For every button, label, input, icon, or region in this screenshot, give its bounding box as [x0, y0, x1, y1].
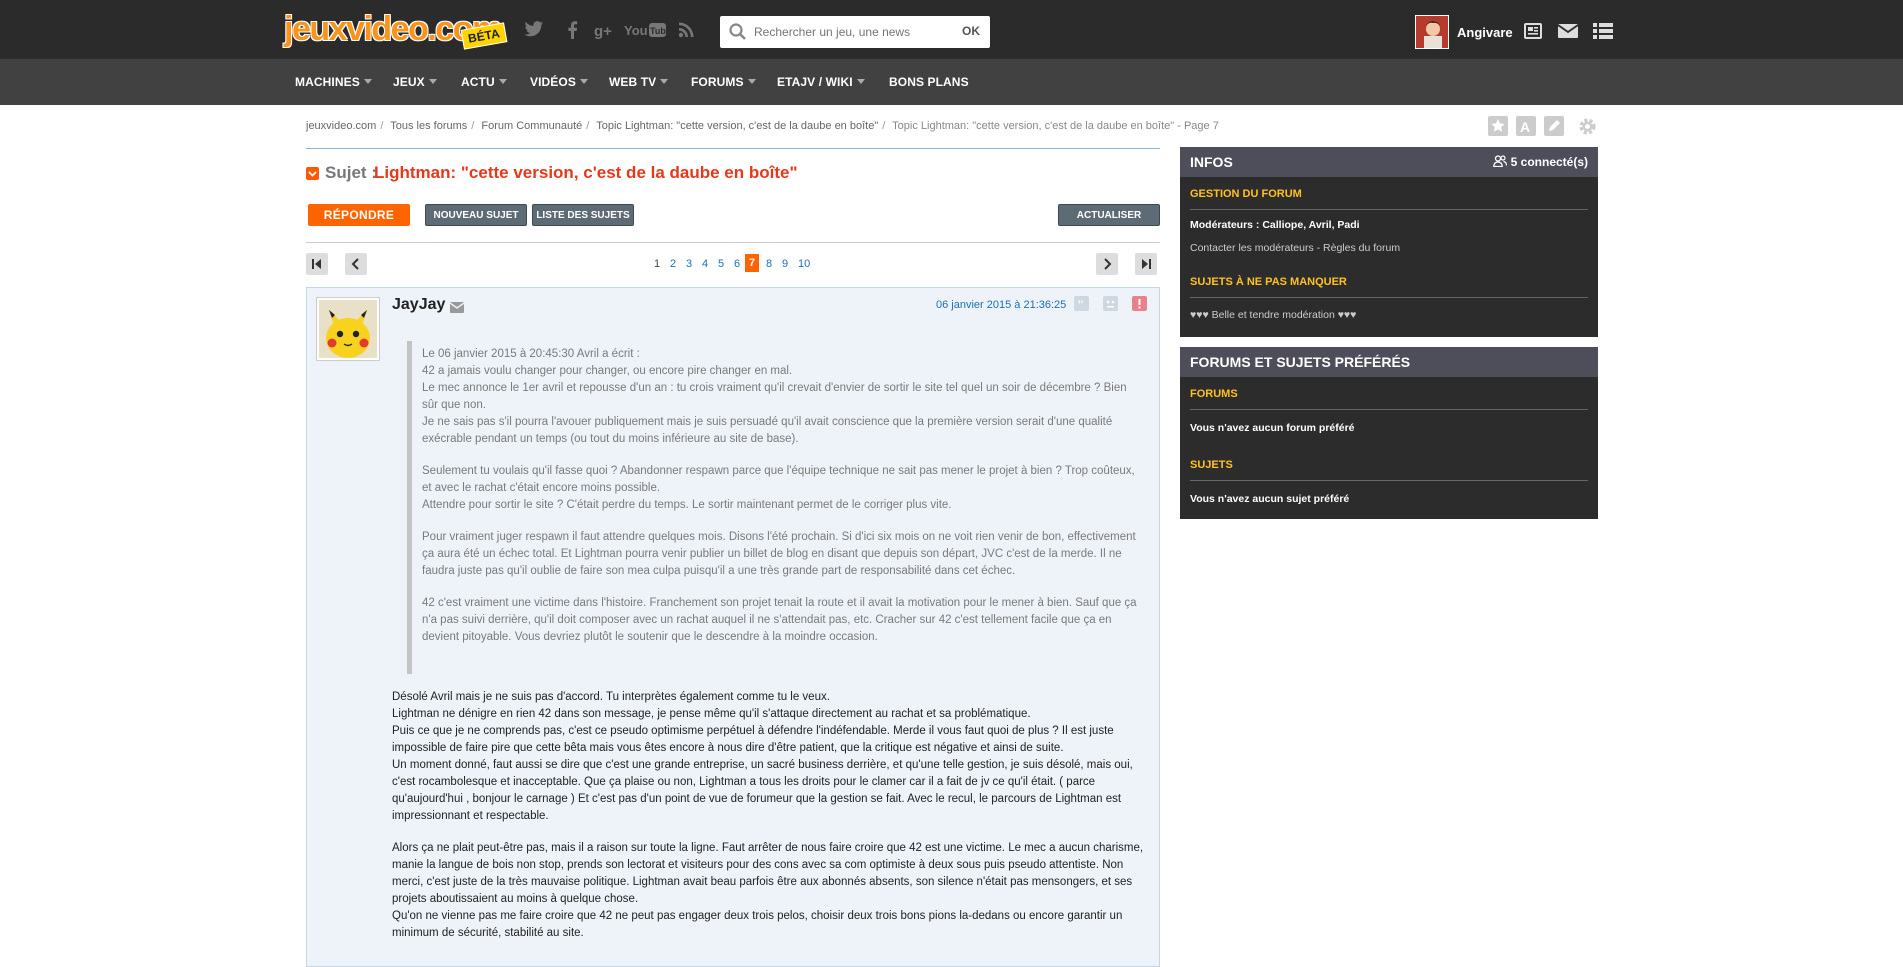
post-body: Désolé Avril mais je ne suis pas d'accor…	[392, 691, 1144, 939]
subject-title: Lightman: "cette version, c'est de la da…	[374, 163, 798, 182]
favorite-forums-empty: Vous n'avez aucun forum préféré	[1190, 422, 1355, 434]
next-page-button[interactable]	[1096, 253, 1118, 275]
youtube-icon[interactable]: YouTube	[624, 21, 666, 39]
page-link[interactable]: 8	[766, 258, 772, 270]
svg-text:g+: g+	[594, 23, 612, 39]
nav-web-tv[interactable]: WEB TV	[609, 75, 669, 89]
quote-icon[interactable]: "	[1074, 296, 1089, 316]
subject-label: Sujet :	[325, 163, 377, 182]
favorite-forums-title: FORUMS	[1190, 388, 1238, 400]
twitter-icon[interactable]	[524, 21, 544, 39]
page-link[interactable]: 2	[670, 258, 676, 270]
page-link[interactable]: 3	[686, 258, 692, 270]
favorites-title: FORUMS ET SUJETS PRÉFÉRÉS	[1190, 354, 1411, 370]
chevron-down-icon	[747, 79, 756, 84]
page-link[interactable]: 5	[718, 258, 724, 270]
breadcrumb-forum[interactable]: Forum Communauté	[481, 120, 582, 132]
page-link[interactable]: 6	[734, 258, 740, 270]
mail-icon[interactable]	[1557, 23, 1579, 44]
breadcrumb-current-page: Topic Lightman: "cette version, c'est de…	[892, 120, 1219, 132]
svg-text:A: A	[1520, 119, 1530, 135]
toolbar-divider	[306, 242, 1160, 243]
nav-bons-plans[interactable]: BONS PLANS	[889, 75, 969, 89]
breadcrumb: jeuxvideo.com / Tous les forums / Forum Co…	[306, 120, 1219, 132]
favorite-topics-empty: Vous n'avez aucun sujet préféré	[1190, 493, 1350, 505]
nav-jeux[interactable]: JEUX	[393, 75, 437, 89]
rss-icon[interactable]	[678, 21, 695, 38]
divider	[1190, 409, 1588, 410]
forum-management-title: GESTION DU FORUM	[1190, 188, 1302, 200]
post-date[interactable]: 06 janvier 2015 à 21:36:25	[936, 299, 1066, 311]
user-avatar[interactable]	[1415, 15, 1449, 49]
divider	[1190, 480, 1588, 481]
gear-icon[interactable]	[1577, 116, 1598, 142]
contact-moderators-link[interactable]: Contacter les modérateurs - Règles du fo…	[1190, 242, 1400, 254]
news-icon[interactable]	[1524, 23, 1542, 44]
infos-header: INFOS 5 connecté(s)	[1180, 147, 1598, 177]
search-icon[interactable]	[728, 22, 748, 47]
page-link[interactable]: 10	[798, 258, 810, 270]
star-icon[interactable]	[1488, 116, 1508, 141]
quote-text: Le 06 janvier 2015 à 20:45:30 Avril a éc…	[422, 348, 1137, 643]
list-menu-icon[interactable]	[1593, 23, 1613, 44]
text-size-icon[interactable]: A	[1516, 116, 1536, 141]
breadcrumb-topic[interactable]: Topic Lightman: "cette version, c'est de…	[596, 120, 878, 132]
blacklist-icon[interactable]	[1103, 296, 1118, 316]
chevron-down-icon	[498, 79, 507, 84]
breadcrumb-all-forums[interactable]: Tous les forums	[390, 120, 467, 132]
chevron-down-icon	[856, 79, 865, 84]
new-topic-button[interactable]: NOUVEAU SUJET	[425, 204, 527, 226]
divider	[1190, 209, 1588, 210]
subject-toggle-icon[interactable]	[306, 167, 319, 180]
site-logo[interactable]: jeuxvideo.com BÉTA	[284, 10, 514, 50]
search-ok-button[interactable]: OK	[962, 24, 980, 38]
google-plus-icon[interactable]: g+	[594, 21, 614, 39]
nav-machines[interactable]: MACHINES	[295, 75, 372, 89]
svg-text:": "	[1077, 297, 1084, 311]
search-input[interactable]	[754, 16, 954, 48]
search-box: OK	[720, 16, 990, 48]
sidebar-favorites: FORUMS ET SUJETS PRÉFÉRÉS FORUMS Vous n'…	[1180, 347, 1598, 519]
svg-text:You: You	[624, 23, 648, 38]
moderators-list[interactable]: Modérateurs : Calliope, Avril, Padi	[1190, 219, 1360, 231]
page-current: 7	[745, 254, 760, 272]
prev-page-button[interactable]	[345, 253, 367, 275]
chevron-down-icon	[579, 79, 588, 84]
breadcrumb-home[interactable]: jeuxvideo.com	[306, 120, 376, 132]
nav-actu[interactable]: ACTU	[461, 75, 507, 89]
must-see-topic-link[interactable]: ♥♥♥ Belle et tendre modération ♥♥♥	[1190, 309, 1356, 321]
nav-forums[interactable]: FORUMS	[691, 75, 756, 89]
last-page-button[interactable]	[1135, 253, 1157, 275]
favorite-topics-title: SUJETS	[1190, 459, 1233, 471]
users-icon	[1492, 155, 1507, 168]
sidebar-infos: INFOS 5 connecté(s) GESTION DU FORUM Mod…	[1180, 147, 1598, 337]
chevron-down-icon	[428, 79, 437, 84]
first-page-button[interactable]	[306, 253, 328, 275]
connected-count[interactable]: 5 connecté(s)	[1492, 155, 1588, 169]
topic-list-button[interactable]: LISTE DES SUJETS	[532, 204, 634, 226]
report-icon[interactable]	[1132, 296, 1147, 316]
post-author[interactable]: JayJay	[392, 296, 445, 314]
must-see-title: SUJETS À NE PAS MANQUER	[1190, 276, 1347, 288]
refresh-button[interactable]: ACTUALISER	[1058, 204, 1160, 226]
page-link[interactable]: 9	[782, 258, 788, 270]
breadcrumb-divider	[306, 148, 1160, 149]
edit-icon[interactable]	[1544, 116, 1564, 141]
infos-title: INFOS	[1190, 154, 1233, 170]
nav-etajv-wiki[interactable]: ETAJV / WIKI	[777, 75, 865, 89]
svg-text:Tube: Tube	[650, 26, 666, 36]
reply-button[interactable]: RÉPONDRE	[308, 204, 410, 226]
divider	[1190, 297, 1588, 298]
page-link[interactable]: 1	[654, 258, 660, 270]
facebook-icon[interactable]	[566, 21, 578, 39]
post-author-avatar[interactable]	[316, 297, 380, 361]
favorites-header: FORUMS ET SUJETS PRÉFÉRÉS	[1180, 347, 1598, 377]
mail-icon[interactable]	[449, 300, 465, 318]
chevron-down-icon	[660, 79, 669, 84]
page-link[interactable]: 4	[702, 258, 708, 270]
username[interactable]: Angivare	[1457, 25, 1513, 40]
nav-videos[interactable]: VIDÉOS	[530, 75, 588, 89]
chevron-down-icon	[363, 79, 372, 84]
